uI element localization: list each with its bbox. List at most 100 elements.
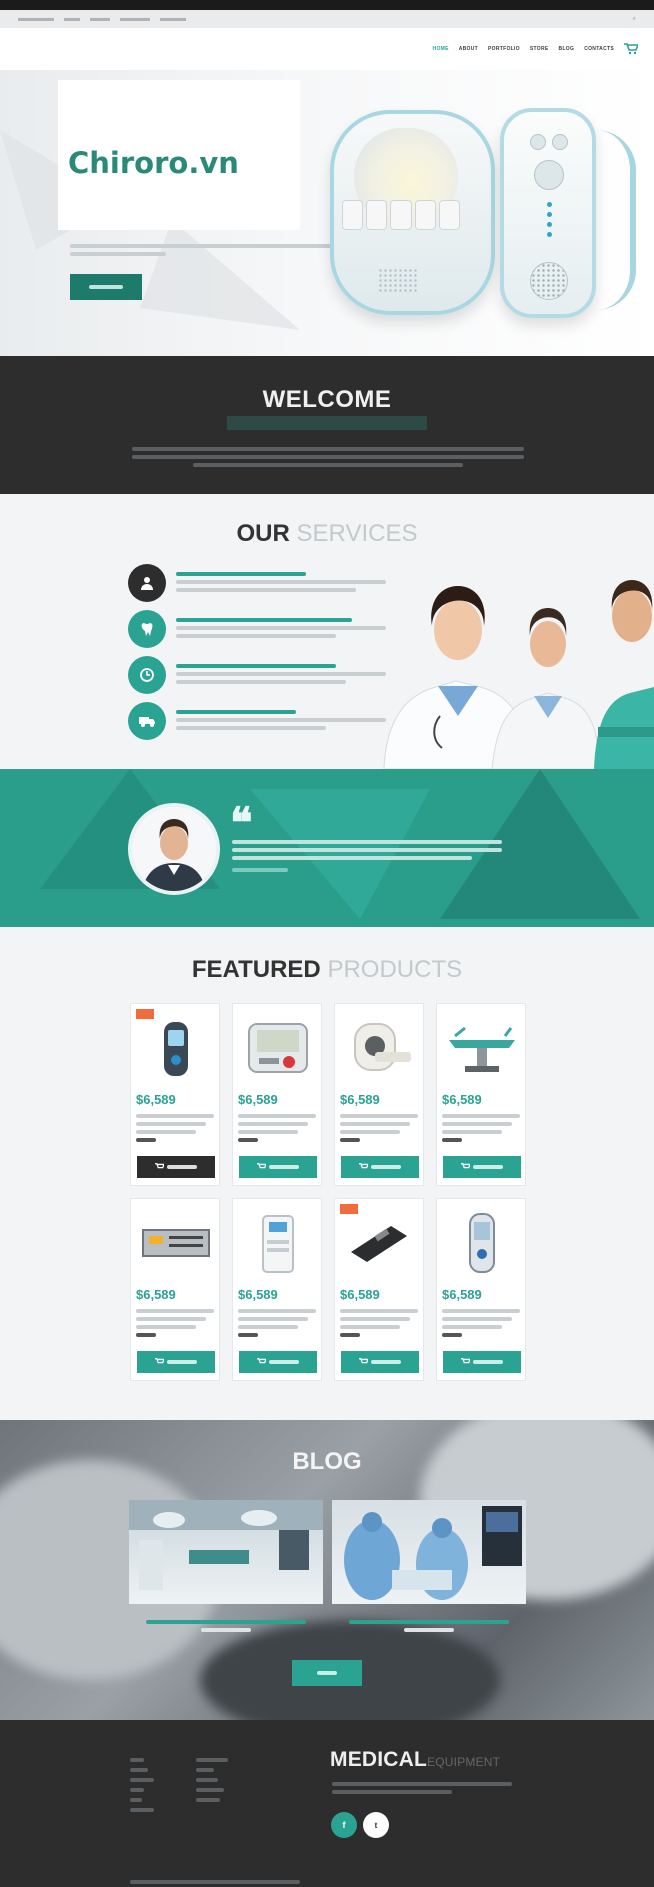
add-to-cart-button[interactable] <box>137 1351 215 1373</box>
nav-item-about[interactable]: ABOUT <box>459 46 478 52</box>
service-text <box>176 706 396 734</box>
products-title-bold: FEATURED <box>191 956 321 983</box>
cart-icon <box>155 1358 164 1364</box>
welcome-title: WELCOME <box>262 386 392 413</box>
product-price: $6,589 <box>442 1287 482 1302</box>
cart-icon <box>359 1163 368 1169</box>
blog-image-operating-room[interactable] <box>129 1500 323 1604</box>
product-card[interactable]: $6,589 <box>130 1003 220 1186</box>
blood-pressure-monitor-icon <box>241 1012 315 1084</box>
service-text <box>176 568 396 596</box>
operating-table-icon <box>445 1012 519 1084</box>
product-description <box>442 1110 520 1146</box>
copyright-text <box>130 1876 300 1887</box>
nav-item-contacts[interactable]: CONTACTS <box>584 46 614 52</box>
product-description <box>238 1305 316 1341</box>
product-card[interactable]: $6,589 <box>334 1198 424 1381</box>
product-description <box>340 1305 418 1341</box>
service-item[interactable] <box>128 564 398 604</box>
welcome-section: WELCOME <box>0 356 654 494</box>
add-to-cart-button[interactable] <box>239 1156 317 1178</box>
nav-item-home[interactable]: HOME <box>433 46 449 52</box>
monitor-strap <box>596 130 636 310</box>
monitor-keys <box>342 200 461 230</box>
product-card[interactable]: $6,589 <box>130 1198 220 1381</box>
service-item[interactable] <box>128 610 398 650</box>
lab-analyzer-icon <box>139 1207 213 1279</box>
top-strip <box>0 0 654 10</box>
product-card[interactable]: $6,589 <box>232 1198 322 1381</box>
product-card[interactable]: $6,589 <box>334 1003 424 1186</box>
nav-item-store[interactable]: STORE <box>530 46 549 52</box>
logo[interactable] <box>0 32 62 64</box>
twitter-icon[interactable]: t <box>363 1812 389 1838</box>
service-item[interactable] <box>128 702 398 742</box>
remote-button <box>552 134 568 150</box>
cart-icon <box>461 1163 470 1169</box>
product-price: $6,589 <box>340 1287 380 1302</box>
tooth-icon <box>128 610 166 648</box>
cart-icon <box>257 1163 266 1169</box>
products-section <box>0 927 654 1420</box>
blog-title: BLOG <box>292 1448 362 1475</box>
hero-read-more-button[interactable] <box>70 274 142 300</box>
testimonial-text <box>232 836 502 876</box>
diagnostic-machine-icon <box>241 1207 315 1279</box>
cart-icon <box>155 1163 164 1169</box>
cart-icon[interactable] <box>624 42 638 56</box>
blog-caption <box>129 1616 323 1636</box>
product-card[interactable]: $6,589 <box>436 1198 526 1381</box>
brand-watermark: Chiroro.vn <box>68 146 239 180</box>
blog-section: BLOG <box>0 1420 654 1720</box>
add-to-cart-button[interactable] <box>341 1351 419 1373</box>
cart-icon <box>359 1358 368 1364</box>
facebook-icon[interactable]: f <box>331 1812 357 1838</box>
glucose-meter-icon <box>139 1012 213 1084</box>
add-to-cart-button[interactable] <box>137 1156 215 1178</box>
indicator-dot <box>547 232 552 237</box>
product-price: $6,589 <box>238 1287 278 1302</box>
product-price: $6,589 <box>136 1287 176 1302</box>
search-icon[interactable]: ⌕ <box>633 16 636 23</box>
remote-speaker <box>530 262 568 300</box>
utility-link[interactable] <box>160 17 186 21</box>
footer-links <box>130 1752 190 1818</box>
hero-shape <box>140 220 300 330</box>
indicator-dot <box>547 222 552 227</box>
product-card[interactable]: $6,589 <box>436 1003 526 1186</box>
ambulance-icon <box>128 702 166 740</box>
product-description <box>442 1305 520 1341</box>
cart-icon <box>461 1358 470 1364</box>
add-to-cart-button[interactable] <box>239 1351 317 1373</box>
service-item[interactable] <box>128 656 398 696</box>
utility-link[interactable] <box>64 17 80 21</box>
footer-text <box>332 1778 522 1798</box>
product-price: $6,589 <box>136 1092 176 1107</box>
blog-view-all-button[interactable] <box>292 1660 362 1686</box>
products-title-light: PRODUCTS <box>327 956 463 983</box>
remote-button <box>530 134 546 150</box>
indicator-dot <box>547 212 552 217</box>
cart-icon <box>257 1358 266 1364</box>
add-to-cart-button[interactable] <box>443 1156 521 1178</box>
add-to-cart-button[interactable] <box>443 1351 521 1373</box>
nav-item-blog[interactable]: BLOG <box>559 46 575 52</box>
page: ⌕ HOME ABOUT PORTFOLIO STORE BLOG CONTAC… <box>0 0 654 1887</box>
services-title-bold: OUR <box>236 520 290 547</box>
footer-logo[interactable]: MEDICALEQUIPMENT <box>330 1748 500 1772</box>
utility-link[interactable] <box>18 17 54 21</box>
utility-link[interactable] <box>90 17 110 21</box>
service-text <box>176 614 396 642</box>
nav-item-portfolio[interactable]: PORTFOLIO <box>488 46 520 52</box>
blog-caption <box>332 1616 526 1636</box>
utility-link[interactable] <box>120 17 150 21</box>
welcome-text <box>132 443 524 471</box>
product-description <box>238 1110 316 1146</box>
doctor-male-right <box>594 580 654 769</box>
remote-button <box>534 160 564 190</box>
glucometer-icon <box>445 1207 519 1279</box>
testimonial-avatar <box>128 803 220 895</box>
product-card[interactable]: $6,589 <box>232 1003 322 1186</box>
blog-image-surgery[interactable] <box>332 1500 526 1604</box>
add-to-cart-button[interactable] <box>341 1156 419 1178</box>
